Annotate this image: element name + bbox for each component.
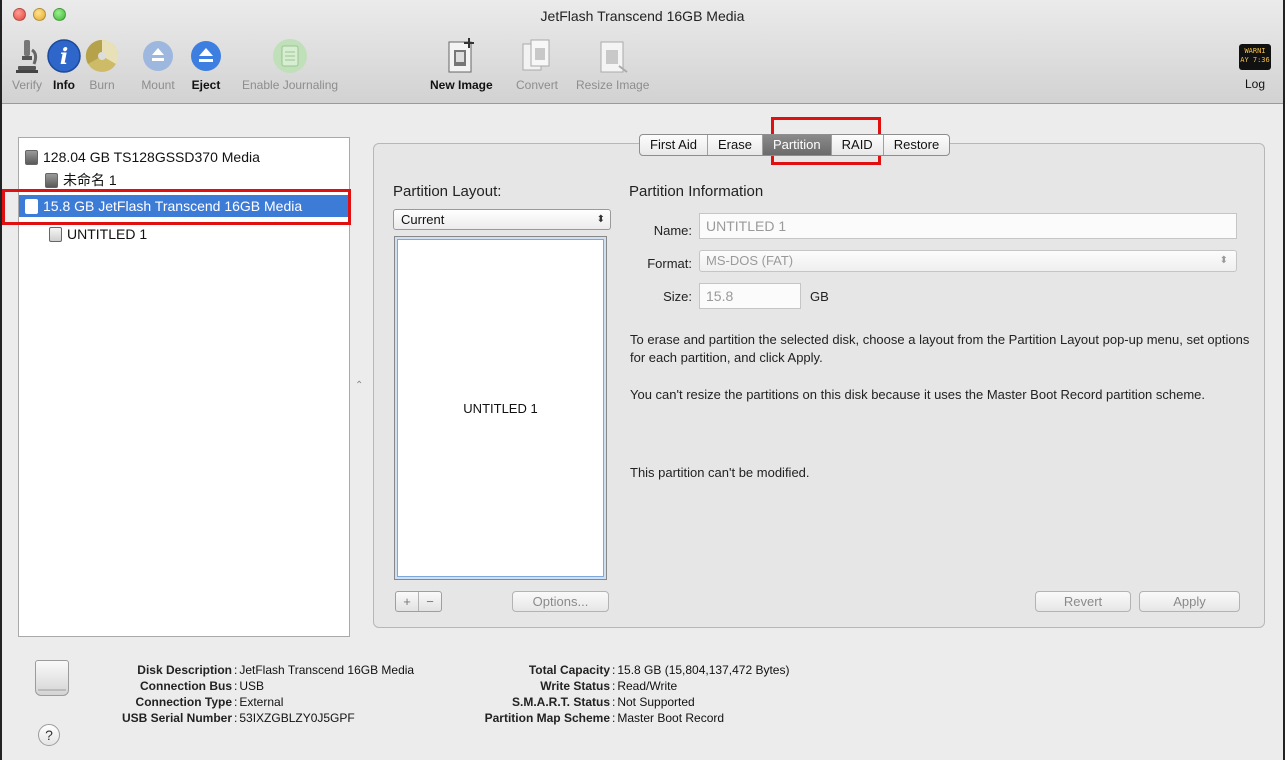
new-image-icon	[448, 38, 475, 73]
tab-raid[interactable]: RAID	[832, 135, 884, 155]
info-button[interactable]: i Info	[46, 36, 82, 92]
convert-icon	[522, 39, 550, 71]
new-image-button[interactable]: New Image	[430, 36, 493, 92]
partition-map[interactable]: UNTITLED 1	[394, 236, 607, 580]
apply-button[interactable]: Apply	[1139, 591, 1240, 612]
verify-button[interactable]: Verify	[12, 36, 42, 92]
volume-icon	[49, 227, 62, 242]
partition-locked-text: This partition can't be modified.	[630, 465, 810, 480]
tab-restore[interactable]: Restore	[884, 135, 950, 155]
info-connection-type: Connection Type: External	[135, 695, 284, 709]
size-field[interactable]: 15.8	[699, 283, 801, 309]
sidebar-item-ssd-volume[interactable]: 未命名 1	[45, 169, 117, 191]
external-drive-icon	[35, 660, 69, 696]
size-label: Size:	[663, 289, 692, 304]
eject-icon	[191, 41, 221, 71]
burn-button[interactable]: Burn	[82, 36, 122, 92]
info-smart-status: S.M.A.R.T. Status: Not Supported	[511, 695, 695, 709]
partition-layout-heading: Partition Layout:	[393, 183, 502, 200]
info-partition-map-scheme: Partition Map Scheme: Master Boot Record	[484, 711, 725, 725]
log-button[interactable]: WARNI AY 7:36 Log	[1239, 44, 1271, 91]
resize-image-icon	[600, 41, 628, 73]
partition-block[interactable]: UNTITLED 1	[397, 239, 604, 577]
info-disk-description: Disk Description: JetFlash Transcend 16GB…	[137, 663, 415, 677]
format-label: Format:	[647, 256, 692, 271]
split-view-handle[interactable]: ⌃	[355, 380, 363, 391]
window-title: JetFlash Transcend 16GB Media	[540, 8, 745, 24]
internal-disk-icon	[25, 150, 38, 165]
select-arrows-icon: ⬍	[596, 214, 605, 225]
journaling-icon	[273, 39, 308, 73]
partition-help-text: To erase and partition the selected disk…	[630, 332, 1250, 365]
mount-button[interactable]: Mount	[140, 36, 176, 92]
add-partition-button[interactable]: +	[396, 592, 419, 611]
enable-journaling-button[interactable]: Enable Journaling	[242, 36, 338, 92]
partition-layout-select[interactable]: Current ⬍	[393, 209, 611, 230]
info-usb-serial: USB Serial Number:53IXZGBLZY0J5GPF	[121, 711, 355, 725]
info-connection-bus: Connection Bus: USB	[140, 679, 265, 693]
info-total-capacity: Total Capacity:15.8 GB (15,804,137,472 B…	[528, 663, 790, 677]
selected-disk-highlight	[2, 189, 351, 225]
remove-partition-button[interactable]: −	[419, 592, 441, 611]
info-icon: i	[47, 39, 81, 73]
microscope-icon	[16, 40, 38, 73]
disk-utility-window: JetFlash Transcend 16GB Media Verify i I…	[0, 0, 1285, 760]
sidebar-item-ssd[interactable]: 128.04 GB TS128GSSD370 Media	[25, 146, 260, 168]
select-arrows-icon: ⬍	[1219, 255, 1228, 266]
tab-partition[interactable]: Partition	[762, 135, 832, 155]
help-button[interactable]: ?	[38, 724, 60, 746]
mount-icon	[143, 41, 173, 71]
tab-first-aid[interactable]: First Aid	[640, 135, 708, 155]
revert-button[interactable]: Revert	[1035, 591, 1131, 612]
convert-button[interactable]: Convert	[516, 36, 558, 92]
burn-icon	[85, 39, 119, 72]
tab-bar: First Aid Erase Partition RAID Restore	[639, 134, 951, 156]
sidebar-item-untitled-volume[interactable]: UNTITLED 1	[49, 223, 147, 245]
format-select[interactable]: MS-DOS (FAT) ⬍	[699, 250, 1237, 272]
tab-erase[interactable]: Erase	[708, 135, 763, 155]
name-label: Name:	[653, 223, 692, 238]
volume-icon	[45, 173, 58, 188]
partition-info-heading: Partition Information	[629, 183, 764, 200]
log-warning-icon: WARNI AY 7:36	[1239, 44, 1271, 70]
resize-image-button[interactable]: Resize Image	[576, 36, 649, 92]
svg-text:i: i	[60, 44, 68, 70]
title-bar: JetFlash Transcend 16GB Media Verify i I…	[2, 0, 1283, 104]
eject-button[interactable]: Eject	[188, 36, 224, 92]
name-field[interactable]: UNTITLED 1	[699, 213, 1237, 239]
add-remove-partition-control: + −	[395, 591, 442, 612]
size-unit: GB	[810, 289, 829, 304]
mbr-notice-text: You can't resize the partitions on this …	[630, 387, 1206, 402]
options-button[interactable]: Options...	[512, 591, 609, 612]
info-write-status: Write Status: Read/Write	[540, 679, 678, 693]
